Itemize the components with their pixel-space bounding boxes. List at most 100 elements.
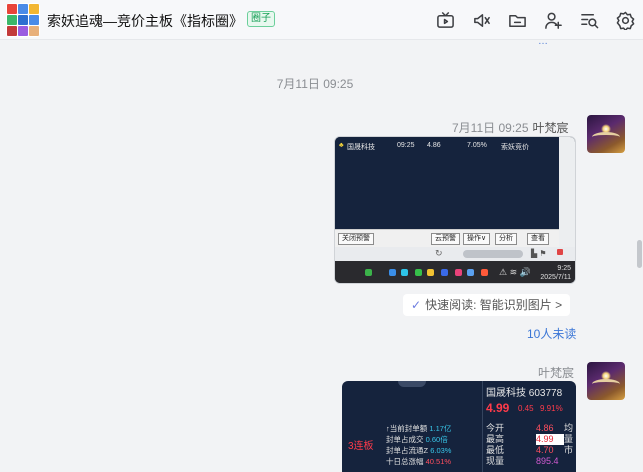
timestamp-divider: 7月11日 09:25 <box>276 77 354 91</box>
app-icon <box>427 269 434 276</box>
taskbar: ⚠ ≋ 🔊 9:25 2025/7/11 <box>335 261 575 283</box>
quote-extra: 量 <box>564 434 574 444</box>
app-icon <box>365 269 372 276</box>
analyze-button: 分析 <box>495 233 517 245</box>
quote-key: 最低 <box>486 445 505 455</box>
app-icon <box>401 269 408 276</box>
sparkle-icon: ✓ <box>411 298 422 312</box>
volume-button[interactable] <box>471 10 491 30</box>
message-meta: 7月11日 09:25 叶梵宸 <box>452 119 569 136</box>
chat-scrollbar[interactable] <box>637 240 642 268</box>
alert-stock-name: 国晟科技 <box>347 144 375 151</box>
stock-change: 0.45 <box>518 404 534 413</box>
stock-price: 4.99 <box>486 401 510 415</box>
tv-button[interactable] <box>435 10 455 30</box>
avatar-tile <box>7 4 17 14</box>
stat-value: 40.51% <box>425 457 452 466</box>
chat-title[interactable]: 索妖追魂—竞价主板《指标圈》 <box>47 11 243 31</box>
header-toolbar <box>435 0 635 40</box>
avatar-tile <box>18 15 28 25</box>
alert-button-bar: 关闭预警 云预警 操作∨ 分析 查看 <box>335 229 559 247</box>
sender-avatar[interactable] <box>587 362 625 400</box>
collapse-notch <box>398 381 426 387</box>
avatar-wing <box>592 379 620 389</box>
cloud-alert-button: 云预警 <box>431 233 460 245</box>
quick-read-button[interactable]: ✓ 快速阅读: 智能识别图片 > <box>403 294 571 316</box>
quote-row: 今开 4.86 均 <box>486 423 576 434</box>
tray-red-icon <box>557 249 563 255</box>
clock-time: 9:25 <box>557 265 571 272</box>
lianban-label: 3连板 <box>348 441 374 452</box>
stat-value: 0.60倍 <box>425 435 448 444</box>
add-member-button[interactable] <box>543 10 563 30</box>
app-icon <box>389 269 396 276</box>
quote-extra: 市 <box>564 445 574 455</box>
stat-line: 封单占流通Z 6.03% <box>386 445 451 456</box>
image-message-quote[interactable]: 国晟科技 603778 4.99 0.45 9.91% 3连板 ↑当前封单额 1… <box>342 381 576 472</box>
app-icon <box>481 269 488 276</box>
volume-icon <box>473 13 490 27</box>
sender-name[interactable]: 叶梵宸 <box>538 366 574 380</box>
avatar-tile <box>7 15 17 25</box>
stock-title: 国晟科技 603778 <box>486 388 563 399</box>
avatar-tile <box>29 15 39 25</box>
quote-value: 895.4 <box>536 456 559 466</box>
sender-name[interactable]: 叶梵宸 <box>533 121 569 135</box>
seal-stats: ↑当前封单额 1.17亿 封单占成交 0.60倍 封单占流通Z 6.03% 十日… <box>386 423 451 467</box>
wechat-icon <box>415 269 422 276</box>
alert-flag-icon: ♣ <box>339 142 344 149</box>
taskbar-clock: 9:25 2025/7/11 <box>540 264 571 282</box>
stat-label: 十日总涨幅 <box>386 457 424 466</box>
folder-icon <box>508 14 526 27</box>
alert-price: 4.86 <box>427 142 441 149</box>
refresh-icon: ↻ <box>435 248 443 258</box>
avatar-tile <box>7 26 17 36</box>
message-time: 7月11日 09:25 <box>452 121 529 135</box>
settings-button[interactable] <box>615 10 635 30</box>
panel-divider <box>482 381 483 472</box>
quote-value: 4.86 <box>536 423 554 433</box>
gear-icon <box>616 11 634 30</box>
quote-row: 最低 4.70 市 <box>486 445 576 456</box>
search-history-button[interactable] <box>579 10 599 30</box>
stock-change-pct: 9.91% <box>540 404 563 413</box>
sender-avatar[interactable] <box>587 115 625 153</box>
message-meta: 叶梵宸 <box>538 364 574 381</box>
app-icon <box>441 269 448 276</box>
quote-table: 今开 4.86 均 最高 4.99 量 最低 4.70 市 现量 895.4 <box>486 423 576 467</box>
stat-line: 封单占成交 0.60倍 <box>386 434 451 445</box>
quote-key: 现量 <box>486 456 505 466</box>
group-tag: 圈子 <box>247 11 275 27</box>
quote-value: 4.70 <box>536 445 554 455</box>
add-user-icon <box>544 12 562 29</box>
view-button: 查看 <box>527 233 549 245</box>
unread-count-link[interactable]: 10人未读 <box>527 325 576 342</box>
tray-pill <box>463 250 523 258</box>
image-message-screenshot[interactable]: ♣ 国晟科技 09:25 4.86 7.05% 索妖竞价 关闭预警 云预警 操作… <box>334 136 576 284</box>
quote-extra: 均 <box>564 423 574 433</box>
stat-value: 6.03% <box>430 446 452 455</box>
quick-read-label: 快速阅读: 智能识别图片 > <box>425 298 563 312</box>
tv-icon <box>436 11 454 28</box>
quote-row: 最高 4.99 量 <box>486 434 576 445</box>
alert-label: 索妖竞价 <box>501 144 529 151</box>
stat-line: 十日总涨幅 40.51% <box>386 456 451 467</box>
stat-label: ↑当前封单额 <box>386 424 428 433</box>
alert-window: ♣ 国晟科技 09:25 4.86 7.05% 索妖竞价 <box>335 137 559 229</box>
group-avatar[interactable] <box>6 3 40 37</box>
quote-row: 现量 895.4 <box>486 456 576 467</box>
files-button[interactable] <box>507 10 527 30</box>
stat-label: 封单占成交 <box>386 435 424 444</box>
clock-date: 2025/7/11 <box>540 274 571 281</box>
stat-value: 1.17亿 <box>429 424 452 433</box>
chat-header: 索妖追魂—竞价主板《指标圈》 圈子 <box>0 0 643 40</box>
avatar-tile <box>29 4 39 14</box>
window-scroll-area <box>559 137 575 247</box>
app-icon <box>467 269 474 276</box>
tray-band: ↻ ▙ ⚑ <box>335 247 575 261</box>
alert-time: 09:25 <box>397 142 415 149</box>
previous-message-fragment: … <box>538 36 548 47</box>
avatar-tile <box>18 26 28 36</box>
close-alert-button: 关闭预警 <box>338 233 374 245</box>
avatar-tile <box>18 4 28 14</box>
